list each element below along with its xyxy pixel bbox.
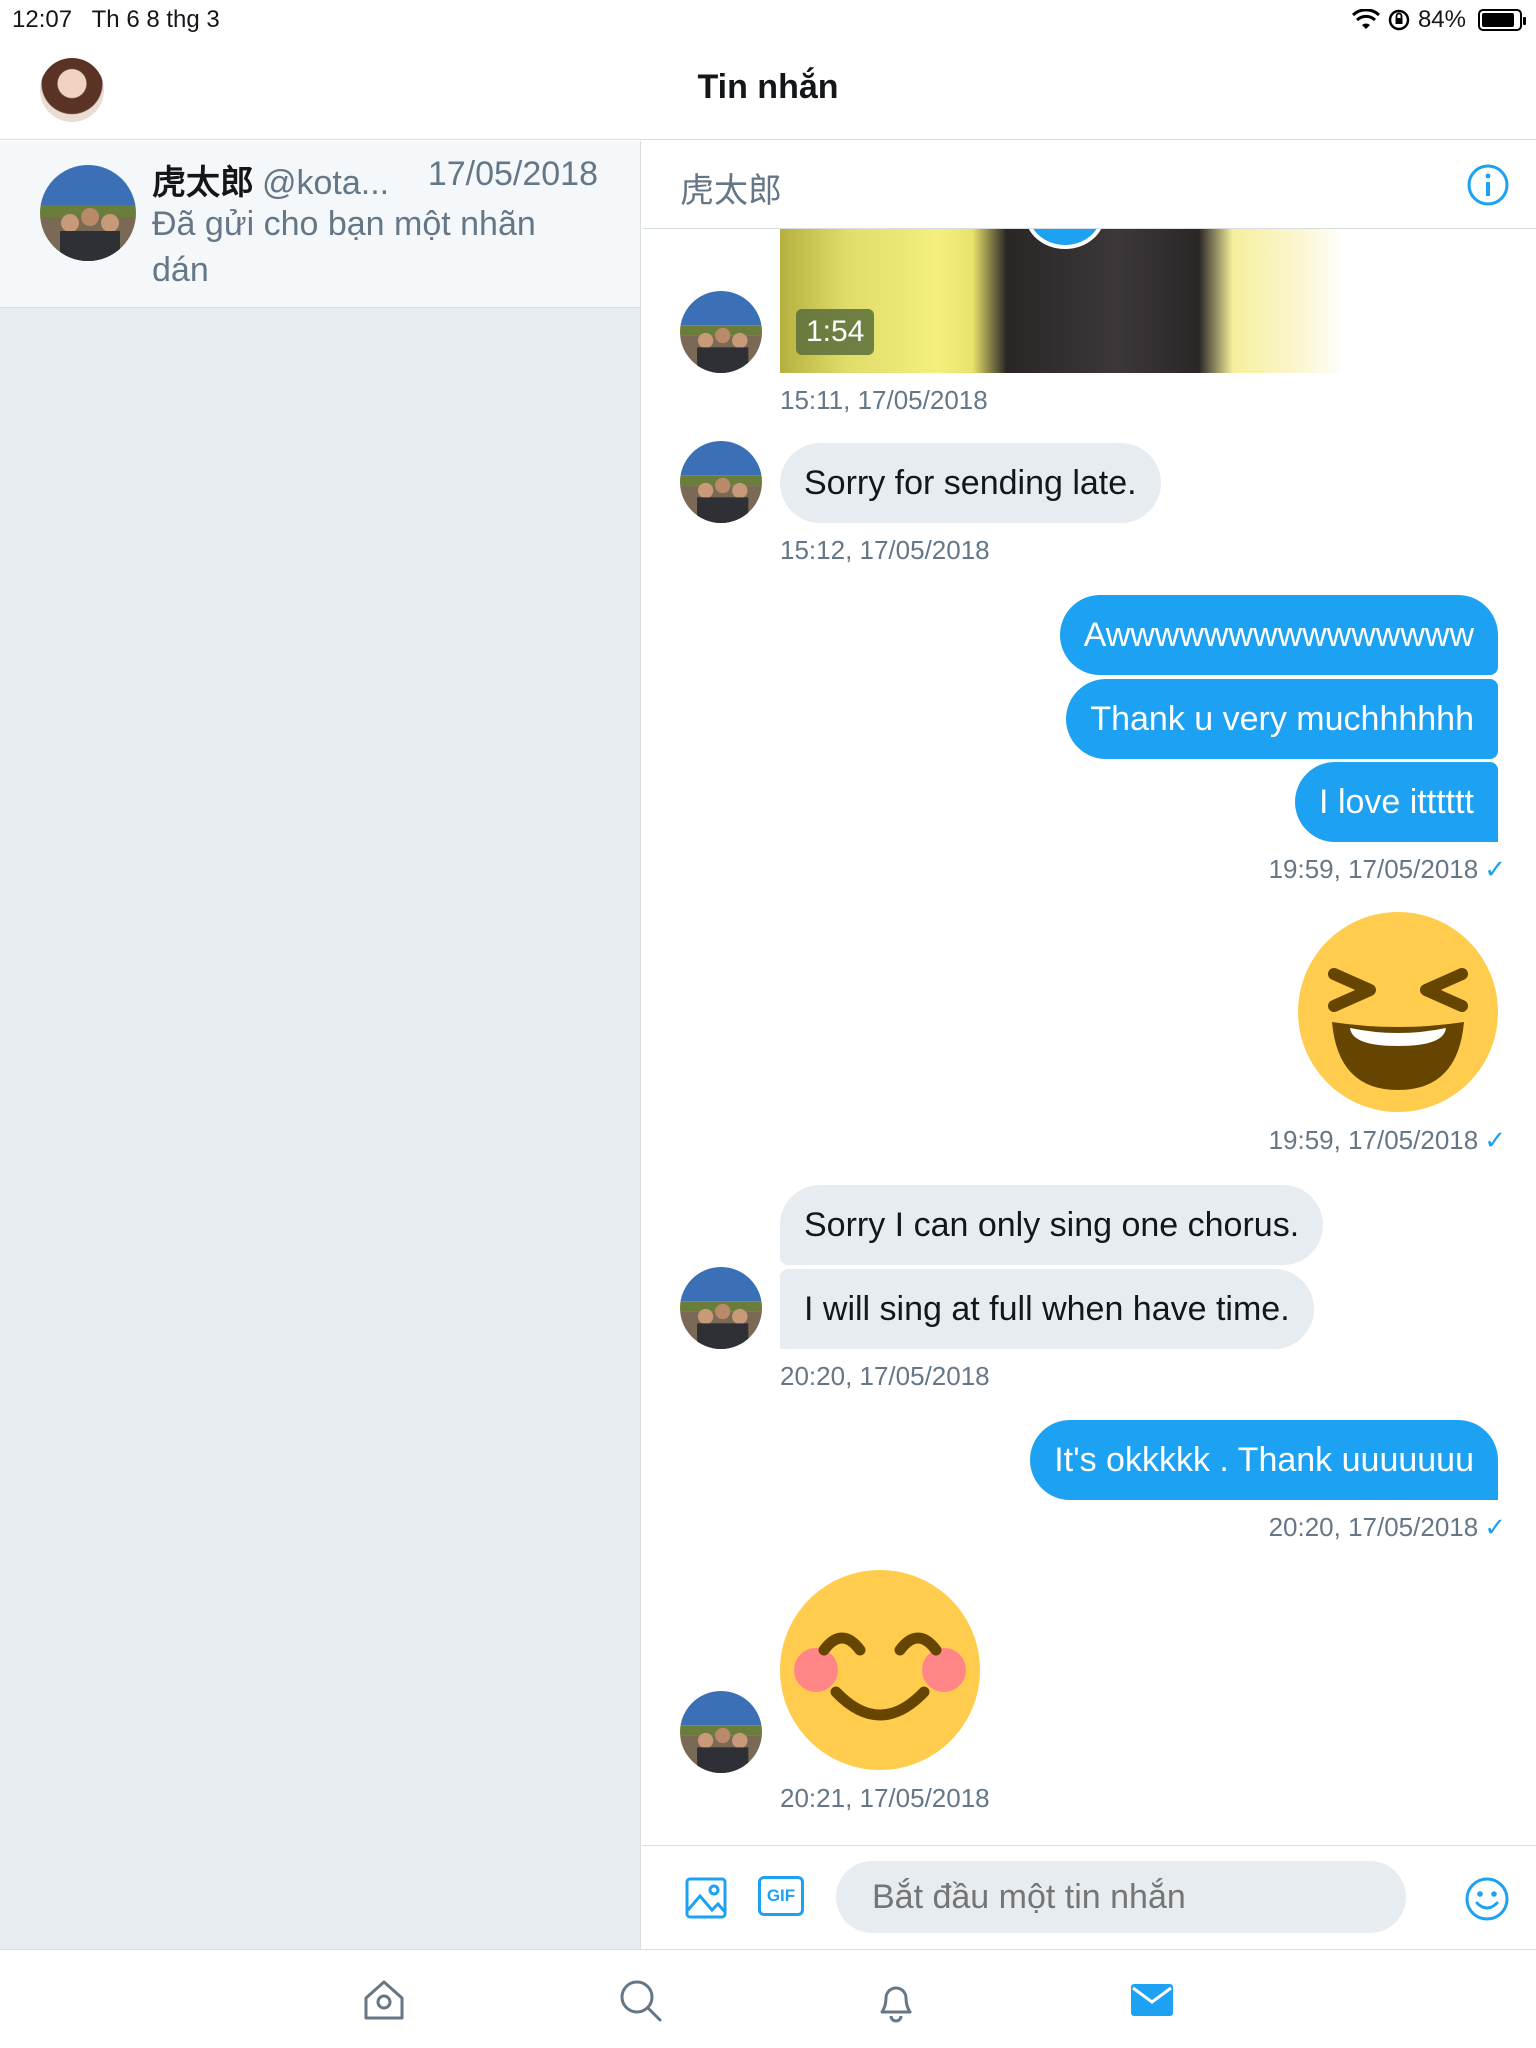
gif-button[interactable]: GIF [758, 1876, 804, 1916]
message-timestamp: 19:59, 17/05/2018 ✓ [1269, 854, 1506, 885]
status-bar: 12:07 Th 6 8 thg 3 84% [0, 0, 1536, 40]
contact-avatar [40, 165, 136, 261]
page-title: Tin nhắn [697, 68, 839, 106]
incoming-message[interactable]: I will sing at full when have time. [780, 1269, 1314, 1349]
read-check-icon: ✓ [1484, 854, 1506, 884]
chat-contact-name[interactable]: 虎太郎 [680, 163, 782, 212]
play-icon[interactable] [1025, 229, 1105, 249]
orientation-lock-icon [1388, 9, 1410, 31]
message-timestamp: 15:11, 17/05/2018 [780, 385, 988, 415]
outgoing-message[interactable]: Awwwwwwwwwwwwwww [1059, 595, 1498, 675]
conversation-header: 虎太郎 @kota... [152, 155, 389, 204]
conversation-item[interactable]: 虎太郎 @kota... 17/05/2018 Đã gửi cho bạn mộ… [0, 141, 640, 308]
incoming-message[interactable]: Sorry I can only sing one chorus. [780, 1185, 1324, 1265]
read-check-icon: ✓ [1484, 1125, 1506, 1155]
message-timestamp: 20:20, 17/05/2018 [780, 1361, 990, 1391]
outgoing-message[interactable]: I love itttttt [1295, 762, 1498, 842]
chat-header: 虎太郎 [642, 141, 1536, 229]
timestamp-text: 19:59, 17/05/2018 [1268, 1125, 1479, 1155]
message-timestamp: 15:12, 17/05/2018 [780, 535, 990, 565]
message-timestamp: 19:59, 17/05/2018 ✓ [1269, 1125, 1506, 1156]
conversation-date: 17/05/2018 [427, 155, 598, 193]
message-timestamp: 20:21, 17/05/2018 [780, 1783, 990, 1813]
contact-name: 虎太郎 [152, 164, 254, 202]
read-check-icon: ✓ [1484, 1512, 1506, 1542]
messages-envelope-icon[interactable] [1128, 1976, 1176, 2024]
sender-avatar[interactable] [680, 291, 762, 373]
bottom-tab-bar [0, 1949, 1536, 2048]
sender-avatar[interactable] [680, 441, 762, 523]
message-input[interactable] [836, 1861, 1406, 1933]
laughing-sticker[interactable] [1298, 912, 1498, 1112]
info-icon[interactable] [1466, 163, 1510, 207]
search-icon[interactable] [616, 1976, 664, 2024]
status-date: Th 6 8 thg 3 [91, 6, 220, 33]
timestamp-text: 20:20, 17/05/2018 [1268, 1512, 1479, 1542]
contact-handle: @kota... [262, 164, 390, 202]
status-right: 84% [1351, 6, 1526, 34]
outgoing-message[interactable]: Thank u very muchhhhhh [1066, 679, 1498, 759]
top-nav: Tin nhắn [0, 40, 1536, 140]
incoming-message[interactable]: Sorry for sending late. [780, 443, 1161, 523]
message-composer: GIF [642, 1845, 1536, 1949]
outgoing-message[interactable]: It's okkkkk . Thank uuuuuuu [1030, 1420, 1498, 1500]
status-time-date: 12:07 Th 6 8 thg 3 [12, 6, 220, 34]
image-icon[interactable] [684, 1876, 728, 1920]
video-message[interactable]: 1:54 [780, 229, 1346, 373]
sender-avatar[interactable] [680, 1267, 762, 1349]
smiling-sticker[interactable] [780, 1570, 980, 1770]
chat-thread: 1:54 15:11, 17/05/2018 Sorry for sending… [642, 229, 1536, 1845]
video-duration: 1:54 [796, 309, 875, 355]
status-time: 12:07 [12, 6, 73, 33]
battery-icon [1478, 9, 1526, 31]
timestamp-text: 19:59, 17/05/2018 [1268, 854, 1479, 884]
conversation-list: 虎太郎 @kota... 17/05/2018 Đã gửi cho bạn mộ… [0, 141, 641, 2048]
wifi-icon [1351, 9, 1380, 29]
emoji-icon[interactable] [1464, 1876, 1510, 1922]
message-timestamp: 20:20, 17/05/2018 ✓ [1269, 1512, 1506, 1543]
battery-percent: 84% [1417, 6, 1466, 33]
conversation-preview: Đã gửi cho bạn một nhãn dán [152, 205, 536, 289]
home-icon[interactable] [360, 1976, 408, 2024]
notifications-bell-icon[interactable] [872, 1976, 920, 2024]
sender-avatar[interactable] [680, 1691, 762, 1773]
